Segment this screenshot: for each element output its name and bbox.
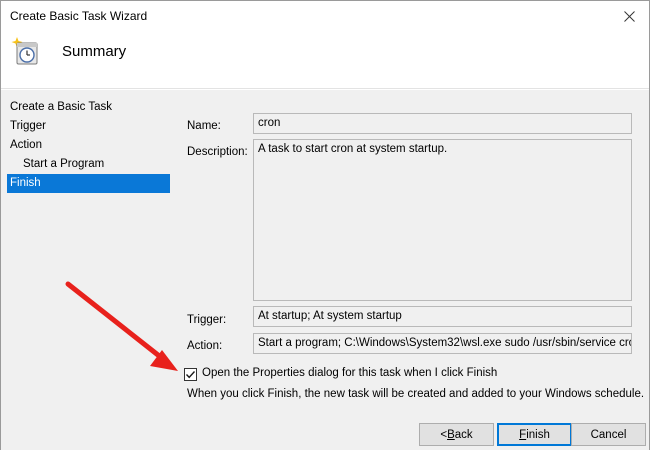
nav-item-trigger[interactable]: Trigger <box>7 117 170 136</box>
trigger-label: Trigger: <box>187 314 227 326</box>
back-button[interactable]: < Back <box>419 423 494 446</box>
open-properties-label[interactable]: Open the Properties dialog for this task… <box>202 367 497 379</box>
finish-info-text: When you click Finish, the new task will… <box>187 388 645 400</box>
wizard-window: Create Basic Task Wizard Summary Create … <box>0 0 650 450</box>
title-bar: Create Basic Task Wizard <box>1 1 649 31</box>
window-title: Create Basic Task Wizard <box>10 9 148 23</box>
close-button[interactable] <box>615 3 643 29</box>
back-button-mnemonic: B <box>447 428 455 441</box>
wizard-steps-nav: Create a Basic Task Trigger Action Start… <box>7 98 170 193</box>
name-field[interactable]: cron <box>253 113 632 134</box>
action-field[interactable]: Start a program; C:\Windows\System32\wsl… <box>253 333 632 354</box>
nav-item-finish[interactable]: Finish <box>7 174 170 193</box>
finish-button-mnemonic: F <box>519 428 527 441</box>
nav-item-start-a-program[interactable]: Start a Program <box>7 155 170 174</box>
finish-button-rest: inish <box>526 428 550 441</box>
nav-item-action[interactable]: Action <box>7 136 170 155</box>
description-label: Description: <box>187 146 248 158</box>
action-label: Action: <box>187 340 223 352</box>
checkmark-icon <box>185 371 196 379</box>
page-title: Summary <box>62 43 127 60</box>
cancel-button[interactable]: Cancel <box>571 423 646 446</box>
trigger-field[interactable]: At startup; At system startup <box>253 306 632 327</box>
close-icon <box>623 10 635 22</box>
clock-task-icon <box>11 37 38 65</box>
back-button-prefix: < <box>440 428 448 441</box>
description-field[interactable]: A task to start cron at system startup. <box>253 139 632 301</box>
nav-item-create-basic-task[interactable]: Create a Basic Task <box>7 98 170 117</box>
back-button-rest: ack <box>454 428 473 441</box>
wizard-header: Summary <box>1 31 649 89</box>
name-label: Name: <box>187 120 221 132</box>
open-properties-checkbox[interactable] <box>184 368 197 381</box>
finish-button[interactable]: Finish <box>497 423 572 446</box>
